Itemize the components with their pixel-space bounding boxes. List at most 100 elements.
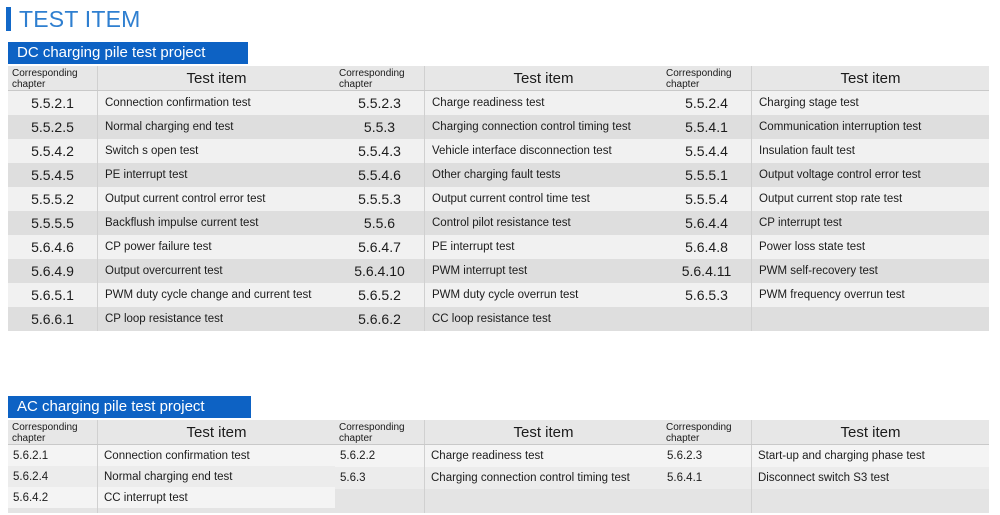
page-title-text: TEST ITEM bbox=[19, 5, 141, 32]
dc-charging-pile-test-table: Corresponding chapter Test item 5.5.2.1 Conn… bbox=[8, 66, 989, 331]
table-header-row: Corresponding chapter Test item bbox=[335, 66, 662, 91]
header-chapter-line1: Corresponding bbox=[12, 422, 78, 433]
cell-test-item: Connection confirmation test bbox=[97, 445, 335, 466]
cell-corresponding-chapter: 5.6.4.4 bbox=[662, 211, 751, 235]
cell-corresponding-chapter: 5.6.2.4 bbox=[8, 466, 97, 487]
cell-corresponding-chapter: 5.5.2.1 bbox=[8, 91, 97, 115]
dc-section-banner: DC charging pile test project bbox=[8, 42, 248, 64]
cell-test-item: PE interrupt test bbox=[424, 235, 662, 259]
cell-test-item: Charging connection control timing test bbox=[424, 115, 662, 139]
cell-test-item: PWM duty cycle change and current test bbox=[97, 283, 335, 307]
table-filler-row bbox=[662, 489, 989, 513]
table-row: 5.6.5.2 PWM duty cycle overrun test bbox=[335, 283, 662, 307]
cell-test-item: Insulation fault test bbox=[751, 139, 989, 163]
cell-test-item: Normal charging end test bbox=[97, 115, 335, 139]
header-chapter-line2: chapter bbox=[339, 79, 373, 90]
cell-corresponding-chapter: 5.6.6.1 bbox=[8, 307, 97, 331]
table-row: 5.6.2.2 Charge readiness test bbox=[335, 445, 662, 467]
filler-cell bbox=[97, 508, 335, 513]
header-chapter-line2: chapter bbox=[12, 79, 46, 90]
cell-test-item: PE interrupt test bbox=[97, 163, 335, 187]
table-header-row: Corresponding chapter Test item bbox=[8, 420, 335, 445]
cell-test-item: Output current control error test bbox=[97, 187, 335, 211]
header-chapter-line2: chapter bbox=[666, 433, 700, 444]
header-test-item: Test item bbox=[97, 420, 335, 444]
cell-corresponding-chapter: 5.5.4.3 bbox=[335, 139, 424, 163]
cell-corresponding-chapter: 5.6.4.6 bbox=[8, 235, 97, 259]
cell-test-item: Vehicle interface disconnection test bbox=[424, 139, 662, 163]
filler-cell bbox=[335, 489, 424, 513]
cell-test-item: Disconnect switch S3 test bbox=[751, 467, 989, 489]
cell-test-item: Output voltage control error test bbox=[751, 163, 989, 187]
cell-test-item: PWM duty cycle overrun test bbox=[424, 283, 662, 307]
table-body: 5.6.2.3 Start-up and charging phase test 5… bbox=[662, 445, 989, 513]
filler-cell bbox=[8, 508, 97, 513]
cell-test-item: Power loss state test bbox=[751, 235, 989, 259]
cell-corresponding-chapter: 5.6.3 bbox=[335, 467, 424, 489]
cell-test-item: PWM self-recovery test bbox=[751, 259, 989, 283]
table-header-row: Corresponding chapter Test item bbox=[662, 420, 989, 445]
cell-test-item: Output current control time test bbox=[424, 187, 662, 211]
table-body: 5.6.2.2 Charge readiness test 5.6.3 Chargin… bbox=[335, 445, 662, 513]
table-header-row: Corresponding chapter Test item bbox=[8, 66, 335, 91]
table-row: 5.6.4.8 Power loss state test bbox=[662, 235, 989, 259]
table-body: 5.5.2.3 Charge readiness test 5.5.3 Chargin… bbox=[335, 91, 662, 331]
table-header-row: Corresponding chapter Test item bbox=[662, 66, 989, 91]
header-chapter-line1: Corresponding bbox=[666, 422, 732, 433]
cell-corresponding-chapter: 5.5.3 bbox=[335, 115, 424, 139]
cell-test-item: Charging stage test bbox=[751, 91, 989, 115]
cell-corresponding-chapter bbox=[662, 307, 751, 331]
header-chapter-line1: Corresponding bbox=[666, 68, 732, 79]
column-group: Corresponding chapter Test item 5.6.2.1 Conn… bbox=[8, 420, 335, 513]
table-row: 5.6.2.4 Normal charging end test bbox=[8, 466, 335, 487]
column-group: Corresponding chapter Test item 5.5.2.4 Char… bbox=[662, 66, 989, 331]
cell-corresponding-chapter: 5.6.2.2 bbox=[335, 445, 424, 467]
cell-test-item: Charge readiness test bbox=[424, 91, 662, 115]
table-row: 5.5.4.4 Insulation fault test bbox=[662, 139, 989, 163]
table-row: 5.5.2.4 Charging stage test bbox=[662, 91, 989, 115]
table-row: 5.6.4.4 CP interrupt test bbox=[662, 211, 989, 235]
table-row: 5.6.4.11 PWM self-recovery test bbox=[662, 259, 989, 283]
cell-test-item: Switch s open test bbox=[97, 139, 335, 163]
header-test-item: Test item bbox=[751, 420, 989, 444]
table-body: 5.5.2.1 Connection confirmation test 5.5.2… bbox=[8, 91, 335, 331]
cell-corresponding-chapter: 5.6.5.1 bbox=[8, 283, 97, 307]
table-row: 5.5.2.3 Charge readiness test bbox=[335, 91, 662, 115]
cell-corresponding-chapter: 5.5.5.2 bbox=[8, 187, 97, 211]
cell-corresponding-chapter: 5.5.2.4 bbox=[662, 91, 751, 115]
filler-cell bbox=[662, 489, 751, 513]
ac-section-banner: AC charging pile test project bbox=[8, 396, 251, 418]
title-accent-bar bbox=[6, 7, 11, 31]
table-row: 5.5.4.5 PE interrupt test bbox=[8, 163, 335, 187]
cell-corresponding-chapter: 5.6.2.3 bbox=[662, 445, 751, 467]
cell-corresponding-chapter: 5.5.4.2 bbox=[8, 139, 97, 163]
page-title: TEST ITEM bbox=[6, 4, 141, 34]
header-corresponding-chapter: Corresponding chapter bbox=[335, 420, 424, 444]
cell-test-item: Output current stop rate test bbox=[751, 187, 989, 211]
table-row: 5.5.5.2 Output current control error test bbox=[8, 187, 335, 211]
cell-test-item: CP power failure test bbox=[97, 235, 335, 259]
cell-test-item: Charge readiness test bbox=[424, 445, 662, 467]
cell-corresponding-chapter: 5.6.6.2 bbox=[335, 307, 424, 331]
cell-corresponding-chapter: 5.5.2.3 bbox=[335, 91, 424, 115]
column-group: Corresponding chapter Test item 5.5.2.1 Conn… bbox=[8, 66, 335, 331]
table-row: 5.5.6 Control pilot resistance test bbox=[335, 211, 662, 235]
cell-test-item: Charging connection control timing test bbox=[424, 467, 662, 489]
cell-corresponding-chapter: 5.5.5.4 bbox=[662, 187, 751, 211]
table-header-row: Corresponding chapter Test item bbox=[335, 420, 662, 445]
cell-corresponding-chapter: 5.5.5.1 bbox=[662, 163, 751, 187]
table-row: 5.6.4.10 PWM interrupt test bbox=[335, 259, 662, 283]
header-test-item: Test item bbox=[751, 66, 989, 90]
table-row: 5.5.2.1 Connection confirmation test bbox=[8, 91, 335, 115]
cell-corresponding-chapter: 5.5.4.6 bbox=[335, 163, 424, 187]
cell-corresponding-chapter: 5.6.4.8 bbox=[662, 235, 751, 259]
table-row: 5.6.4.9 Output overcurrent test bbox=[8, 259, 335, 283]
header-chapter-line2: chapter bbox=[12, 433, 46, 444]
cell-corresponding-chapter: 5.6.5.2 bbox=[335, 283, 424, 307]
filler-cell bbox=[751, 489, 989, 513]
cell-test-item: Start-up and charging phase test bbox=[751, 445, 989, 467]
column-group: Corresponding chapter Test item 5.6.2.2 Char… bbox=[335, 420, 662, 513]
cell-corresponding-chapter: 5.5.4.5 bbox=[8, 163, 97, 187]
header-test-item: Test item bbox=[424, 420, 662, 444]
cell-corresponding-chapter: 5.6.4.9 bbox=[8, 259, 97, 283]
